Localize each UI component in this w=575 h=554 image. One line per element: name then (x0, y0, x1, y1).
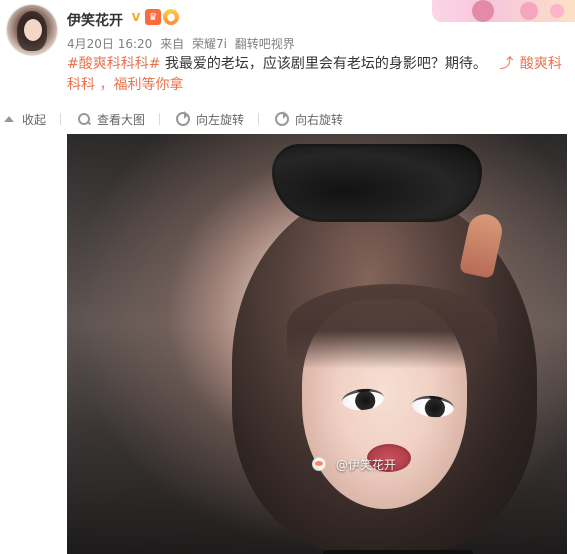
rotate-left-icon (176, 111, 191, 126)
watermark-text: @伊笑花开 (335, 458, 396, 472)
avatar-face (24, 19, 42, 41)
post-device[interactable]: 荣耀7i (192, 37, 227, 51)
post-meta: 4月20日 16:20 来自 荣耀7i 翻转吧视界 (67, 35, 299, 52)
view-large-label: 查看大图 (97, 112, 146, 127)
rotate-left-label: 向左旋转 (196, 112, 245, 127)
balloon-badge-icon: ● (163, 9, 179, 25)
hashtag-link[interactable]: #酸爽科科科# (67, 56, 160, 72)
banner-avatar-3 (550, 4, 564, 18)
search-icon (77, 112, 91, 126)
toolbar-separator (258, 113, 260, 125)
avatar[interactable] (6, 4, 58, 56)
post-time[interactable]: 4月20日 16:20 (67, 37, 152, 51)
post-text: 我最爱的老坛，应该剧里会有老坛的身影吧？期待。 (164, 56, 487, 72)
post-source-prefix: 来自 (160, 37, 185, 51)
weibo-icon (312, 457, 326, 471)
toolbar-separator (60, 113, 62, 125)
collapse-icon (2, 112, 16, 126)
image-watermark: @伊笑花开 (312, 456, 396, 473)
collapse-label: 收起 (22, 112, 47, 127)
view-large-button[interactable]: 查看大图 (75, 111, 145, 128)
post-image[interactable]: @伊笑花开 (67, 134, 567, 554)
username[interactable]: 伊笑花开 (67, 10, 123, 30)
photo-choker (323, 550, 473, 554)
crown-badge-icon: ♛ (145, 9, 161, 25)
photo-sunglasses (272, 144, 482, 222)
photo-bangs (287, 284, 497, 369)
rotate-right-icon (275, 111, 290, 126)
profile-banner (432, 0, 575, 22)
banner-avatar-1 (472, 0, 494, 22)
post-content: #酸爽科科科# 我最爱的老坛，应该剧里会有老坛的身影吧？期待。 ⤴ 酸爽科科科 … (67, 54, 567, 96)
post-extra[interactable]: 翻转吧视界 (235, 37, 295, 51)
rotate-right-button[interactable]: 向右旋转 (273, 111, 343, 128)
verified-badge-icon: V (131, 10, 141, 24)
post-continuation[interactable]: ，福利等你拿 (99, 77, 183, 93)
user-badges: V ♛ ● (129, 9, 179, 25)
image-toolbar: 收起 查看大图 向左旋转 向右旋转 (0, 104, 575, 134)
rotate-left-button[interactable]: 向左旋转 (174, 111, 244, 128)
collapse-button[interactable]: 收起 (0, 111, 46, 128)
link-icon: ⤴ (499, 56, 514, 72)
rotate-right-label: 向右旋转 (295, 112, 344, 127)
banner-avatar-2 (520, 2, 538, 20)
toolbar-separator (159, 113, 161, 125)
